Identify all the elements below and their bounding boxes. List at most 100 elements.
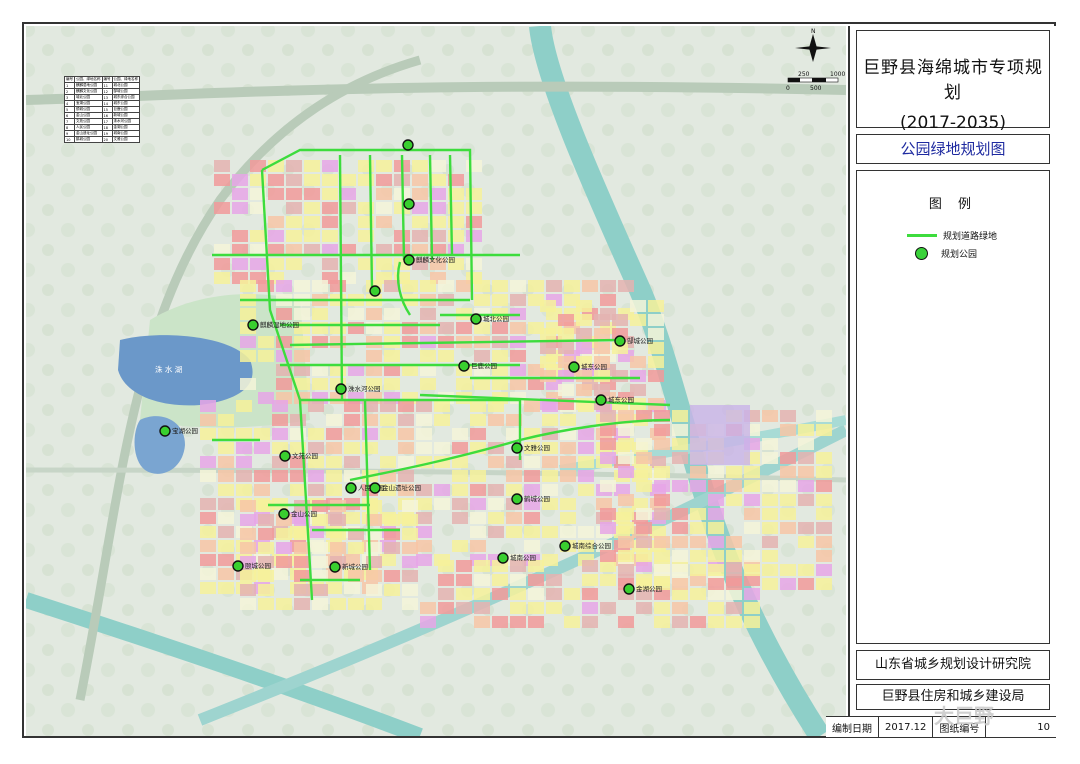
land-parcel — [200, 540, 216, 552]
land-parcel — [452, 512, 468, 524]
land-parcel — [672, 564, 688, 576]
land-parcel — [416, 526, 432, 538]
land-parcel — [492, 574, 508, 586]
land-parcel — [420, 378, 436, 390]
park-marker[interactable] — [329, 561, 341, 573]
legend: 图 例 规划道路绿地 规划公园 — [856, 170, 1050, 644]
land-parcel — [600, 280, 616, 292]
land-parcel — [762, 550, 778, 562]
land-parcel — [232, 258, 248, 270]
land-parcel — [492, 350, 508, 362]
land-parcel — [250, 258, 266, 270]
land-parcel — [618, 438, 634, 450]
land-parcel — [294, 308, 310, 320]
land-parcel — [540, 328, 556, 340]
park-marker[interactable] — [497, 552, 509, 564]
land-parcel — [618, 466, 634, 478]
park-marker[interactable] — [458, 360, 470, 372]
park-marker[interactable] — [511, 493, 523, 505]
land-parcel — [578, 428, 594, 440]
park-marker[interactable] — [278, 508, 290, 520]
land-parcel — [330, 598, 346, 610]
land-parcel — [474, 280, 490, 292]
land-parcel — [258, 392, 274, 404]
land-parcel — [816, 480, 832, 492]
land-parcel — [430, 174, 446, 186]
land-parcel — [258, 598, 274, 610]
land-parcel — [690, 522, 706, 534]
date-label: 编制日期 — [826, 717, 879, 737]
park-marker[interactable] — [623, 583, 635, 595]
land-parcel — [630, 314, 646, 326]
land-parcel — [286, 202, 302, 214]
park-marker[interactable] — [559, 540, 571, 552]
land-parcel — [600, 294, 616, 306]
title-box: 巨野县海绵城市专项规划 (2017-2035) — [856, 30, 1050, 133]
land-parcel — [434, 442, 450, 454]
land-parcel — [744, 602, 760, 614]
land-parcel — [600, 508, 616, 520]
land-parcel — [380, 400, 396, 412]
land-parcel — [654, 424, 670, 436]
land-parcel — [672, 522, 688, 534]
land-parcel — [272, 470, 288, 482]
land-parcel — [416, 428, 432, 440]
land-parcel — [258, 528, 274, 540]
land-parcel — [402, 598, 418, 610]
land-parcel — [340, 174, 356, 186]
park-marker[interactable] — [159, 425, 171, 437]
land-parcel — [214, 272, 230, 284]
land-parcel — [560, 498, 576, 510]
land-parcel — [576, 384, 592, 396]
park-marker[interactable] — [232, 560, 244, 572]
map-canvas[interactable]: 洙 水 湖 麒麟文化公园 城北公园 麒麟湿地公园 郜城公园 巨鹿公园 城东公园 … — [26, 26, 846, 736]
map-svg[interactable]: 洙 水 湖 麒麟文化公园城北公园麒麟湿地公园郜城公园巨鹿公园 城东公园洙水河公园… — [26, 26, 846, 736]
land-parcel — [582, 280, 598, 292]
park-marker[interactable] — [402, 139, 414, 151]
land-parcel — [600, 480, 616, 492]
land-parcel — [492, 616, 508, 628]
park-marker[interactable] — [369, 482, 381, 494]
land-parcel — [380, 554, 396, 566]
park-marker[interactable] — [369, 285, 381, 297]
land-parcel — [218, 456, 234, 468]
land-parcel — [456, 574, 472, 586]
land-parcel — [412, 188, 428, 200]
land-parcel — [636, 438, 652, 450]
land-parcel — [200, 470, 216, 482]
park-marker[interactable] — [568, 361, 580, 373]
land-parcel — [308, 470, 324, 482]
land-parcel — [492, 280, 508, 292]
park-label: 城东公园 — [608, 395, 634, 404]
park-marker[interactable] — [247, 319, 259, 331]
park-marker[interactable] — [403, 198, 415, 210]
land-parcel — [542, 554, 558, 566]
land-parcel — [510, 350, 526, 362]
land-parcel — [576, 328, 592, 340]
land-parcel — [384, 336, 400, 348]
land-parcel — [366, 584, 382, 596]
date-value: 2017.12 — [879, 717, 934, 737]
land-parcel — [394, 230, 410, 242]
park-marker[interactable] — [335, 383, 347, 395]
land-parcel — [214, 160, 230, 172]
land-parcel — [218, 484, 234, 496]
park-marker[interactable] — [614, 335, 626, 347]
land-parcel — [560, 526, 576, 538]
park-marker[interactable] — [403, 254, 415, 266]
land-parcel — [304, 216, 320, 228]
land-parcel — [690, 550, 706, 562]
park-marker[interactable] — [279, 450, 291, 462]
land-parcel — [780, 480, 796, 492]
park-marker[interactable] — [345, 482, 357, 494]
land-parcel — [594, 370, 610, 382]
land-parcel — [416, 512, 432, 524]
park-marker[interactable] — [470, 313, 482, 325]
land-parcel — [412, 230, 428, 242]
land-parcel — [618, 522, 634, 534]
park-marker[interactable] — [595, 394, 607, 406]
land-parcel — [214, 258, 230, 270]
land-parcel — [816, 564, 832, 576]
park-marker[interactable] — [511, 442, 523, 454]
park-label: 金山公园 — [291, 509, 317, 518]
